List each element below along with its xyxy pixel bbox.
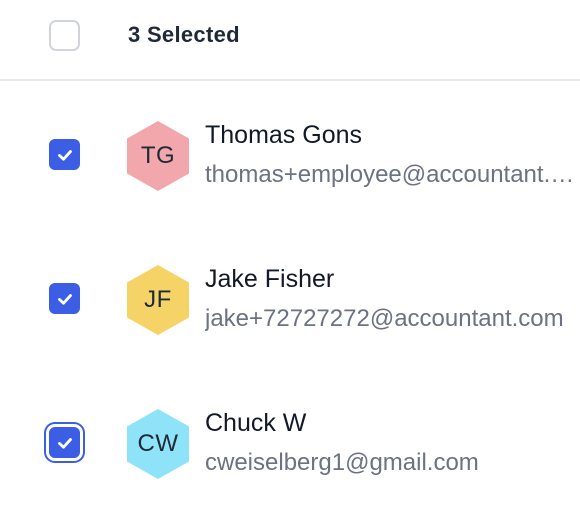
checkmark-icon — [57, 293, 72, 305]
avatar: CW — [127, 409, 189, 479]
avatar: TG — [127, 121, 189, 191]
user-row[interactable]: TG Thomas Gons thomas+employee@accountan… — [0, 81, 580, 225]
avatar: JF — [127, 265, 189, 335]
user-name: Thomas Gons — [205, 121, 363, 149]
user-row[interactable]: CW Chuck W cweiselberg1@gmail.com — [0, 369, 580, 513]
user-email: thomas+employee@accountant.com — [205, 161, 580, 188]
row-checkbox[interactable] — [49, 283, 80, 314]
select-all-checkbox[interactable] — [49, 20, 80, 51]
user-name: Chuck W — [205, 409, 307, 437]
avatar-initials: JF — [144, 286, 172, 313]
checkmark-icon — [57, 437, 72, 449]
selection-header: 3 Selected — [0, 0, 580, 81]
user-row[interactable]: JF Jake Fisher jake+72727272@accountant.… — [0, 225, 580, 369]
avatar-initials: CW — [137, 430, 179, 457]
avatar-initials: TG — [140, 142, 176, 169]
user-name: Jake Fisher — [205, 265, 335, 293]
checkmark-icon — [57, 149, 72, 161]
row-checkbox[interactable] — [49, 427, 80, 458]
selected-count-label: 3 Selected — [128, 22, 240, 47]
row-checkbox[interactable] — [49, 139, 80, 170]
user-email: jake+72727272@accountant.com — [205, 305, 564, 332]
user-email: cweiselberg1@gmail.com — [205, 449, 479, 476]
